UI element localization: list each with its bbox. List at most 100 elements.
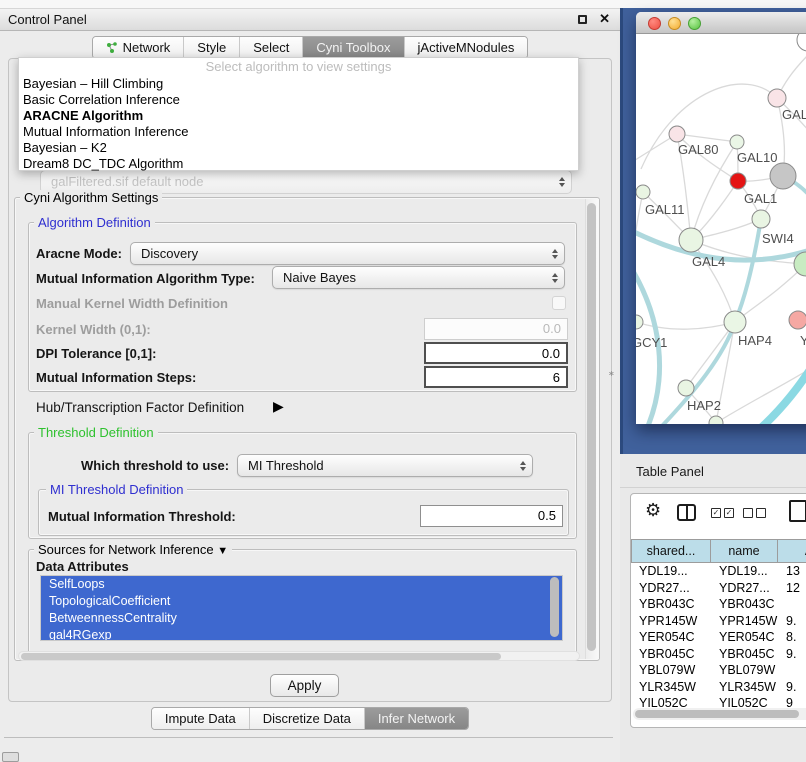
tab-impute-data[interactable]: Impute Data (152, 708, 250, 729)
dropdown-item-dream8[interactable]: Dream8 DC_TDC Algorithm (19, 156, 578, 172)
node-gcy1[interactable] (636, 315, 643, 329)
mi-type-combo[interactable]: Naive Bayes (272, 266, 565, 289)
panel-divider-grip[interactable]: ∗ (608, 370, 614, 377)
document-icon[interactable] (789, 500, 806, 522)
manual-kernel-checkbox[interactable] (552, 296, 566, 310)
table-row[interactable]: YDR27... YDR27... 12 (631, 580, 806, 597)
mi-steps-label: Mutual Information Steps: (36, 370, 196, 385)
label-gal11: GAL11 (645, 202, 685, 217)
close-icon[interactable]: ✕ (599, 11, 610, 27)
table-row[interactable]: YPR145W YPR145W 9. (631, 613, 806, 630)
tab-select[interactable]: Select (240, 37, 303, 58)
table-row[interactable]: YBL079W YBL079W (631, 662, 806, 679)
tab-cyni-toolbox[interactable]: Cyni Toolbox (303, 37, 404, 58)
cell: 12 (778, 580, 806, 597)
table-row[interactable]: YBR043C YBR043C (631, 596, 806, 613)
label-gcy1: GCY1 (636, 335, 667, 350)
dropdown-placeholder: Select algorithm to view settings (19, 58, 578, 76)
table-row[interactable]: YER054C YER054C 8. (631, 629, 806, 646)
zoom-window-icon[interactable] (688, 17, 701, 30)
cell: 9. (778, 613, 806, 630)
node-hap4[interactable] (724, 311, 746, 333)
deselect-all-checkbox-icon[interactable] (743, 508, 753, 518)
collapse-triangle-icon[interactable]: ▼ (217, 545, 228, 557)
table-row[interactable]: YLR345W YLR345W 9. (631, 679, 806, 696)
mi-threshold-input[interactable]: 0.5 (420, 505, 563, 527)
algorithm-dropdown-list: Select algorithm to view settings Bayesi… (18, 57, 579, 171)
node-hap2[interactable] (678, 380, 694, 396)
table-hscrollbar-thumb[interactable] (635, 710, 799, 718)
data-attributes-list[interactable]: SelfLoops TopologicalCoefficient Between… (40, 575, 563, 641)
node-top-partial[interactable] (797, 34, 806, 51)
dropdown-item-bayesian-hill-climbing[interactable]: Bayesian – Hill Climbing (19, 76, 578, 92)
cell: 9. (778, 679, 806, 696)
network-window-titlebar[interactable] (636, 12, 806, 34)
aracne-mode-combo[interactable]: Discovery (130, 242, 565, 265)
deselect-all-checkbox-icon[interactable] (756, 508, 766, 518)
list-item-gal4rgexp[interactable]: gal4RGexp (41, 627, 562, 641)
select-all-checkbox-icon[interactable]: ✓ (724, 508, 734, 518)
tab-discretize-data[interactable]: Discretize Data (250, 708, 365, 729)
cell: YBR043C (711, 596, 778, 613)
select-all-checkbox-icon[interactable]: ✓ (711, 508, 721, 518)
dpi-tolerance-input[interactable]: 0.0 (424, 342, 568, 364)
table-row[interactable]: YBR045C YBR045C 9. (631, 646, 806, 663)
table-row[interactable]: YDL19... YDL19... 13 (631, 563, 806, 580)
gear-icon[interactable]: ⚙ (645, 500, 661, 521)
which-threshold-label: Which threshold to use: (81, 458, 229, 473)
cell: YBL079W (711, 662, 778, 679)
expand-triangle-icon[interactable]: ▶ (273, 398, 284, 415)
label-swi4: SWI4 (762, 231, 794, 246)
panel-corner-icon[interactable] (2, 752, 19, 762)
sources-title[interactable]: Sources for Network Inference (38, 542, 214, 557)
float-window-icon[interactable] (578, 15, 587, 24)
network-graph[interactable]: GAL80 GAL10 GAL1 GAL11 SWI4 GAL4 GCY1 HA… (636, 34, 806, 424)
node-salmon[interactable] (789, 311, 806, 329)
node-gray[interactable] (770, 163, 796, 189)
apply-button[interactable]: Apply (270, 674, 339, 697)
label-gal4: GAL4 (692, 254, 725, 269)
column-header-shared-name[interactable]: shared... (631, 539, 711, 563)
dropdown-item-basic-correlation[interactable]: Basic Correlation Inference (19, 92, 578, 108)
cell: 13 (778, 563, 806, 580)
hub-definition-label[interactable]: Hub/Transcription Factor Definition (36, 400, 244, 415)
table-rows: YDL19... YDL19... 13 YDR27... YDR27... 1… (631, 563, 806, 712)
tab-style[interactable]: Style (184, 37, 240, 58)
attributes-scrollbar-thumb[interactable] (550, 577, 559, 637)
list-item-selfloops[interactable]: SelfLoops (41, 576, 562, 593)
node-gal10[interactable] (730, 135, 744, 149)
node-gal1[interactable] (752, 210, 770, 228)
node-gal11[interactable] (636, 185, 650, 199)
kernel-width-input[interactable]: 0.0 (424, 318, 568, 340)
minimize-window-icon[interactable] (668, 17, 681, 30)
sources-title-wrap: Sources for Network Inference ▼ (34, 542, 232, 557)
column-header-name[interactable]: name (711, 539, 778, 563)
close-window-icon[interactable] (648, 17, 661, 30)
dropdown-item-bayesian-k2[interactable]: Bayesian – K2 (19, 140, 578, 156)
dropdown-item-mutual-information[interactable]: Mutual Information Inference (19, 124, 578, 140)
label-gal-cut: GAL (782, 107, 806, 122)
settings-scrollbar-thumb[interactable] (587, 203, 596, 651)
columns-icon[interactable] (677, 504, 696, 521)
cell: YPR145W (711, 613, 778, 630)
node-gal-pink[interactable] (768, 89, 786, 107)
dropdown-item-aracne[interactable]: ARACNE Algorithm (19, 108, 578, 124)
tab-jactivemnodules[interactable]: jActiveMNodules (405, 37, 528, 58)
network-desktop: GAL80 GAL10 GAL1 GAL11 SWI4 GAL4 GCY1 HA… (620, 8, 806, 454)
which-threshold-combo[interactable]: MI Threshold (237, 454, 533, 477)
list-item-betweennesscentrality[interactable]: BetweennessCentrality (41, 610, 562, 627)
tab-infer-network[interactable]: Infer Network (365, 708, 468, 729)
node-gal4[interactable] (679, 228, 703, 252)
column-header-partial[interactable]: A (778, 539, 806, 563)
node-red[interactable] (730, 173, 746, 189)
settings-hscrollbar-thumb[interactable] (21, 653, 501, 660)
cyni-settings-title: Cyni Algorithm Settings (20, 190, 162, 205)
list-item-topologicalcoefficient[interactable]: TopologicalCoefficient (41, 593, 562, 610)
screenshot-root: Control Panel ✕ Network Style Select Cyn… (0, 0, 806, 762)
tab-network[interactable]: Network (93, 37, 185, 58)
mi-threshold-group-title: MI Threshold Definition (46, 482, 187, 497)
combo-stepper-icon (552, 273, 558, 283)
node-gal80[interactable] (669, 126, 685, 142)
mi-steps-input[interactable]: 6 (424, 366, 568, 388)
network-view-window[interactable]: GAL80 GAL10 GAL1 GAL11 SWI4 GAL4 GCY1 HA… (636, 12, 806, 424)
